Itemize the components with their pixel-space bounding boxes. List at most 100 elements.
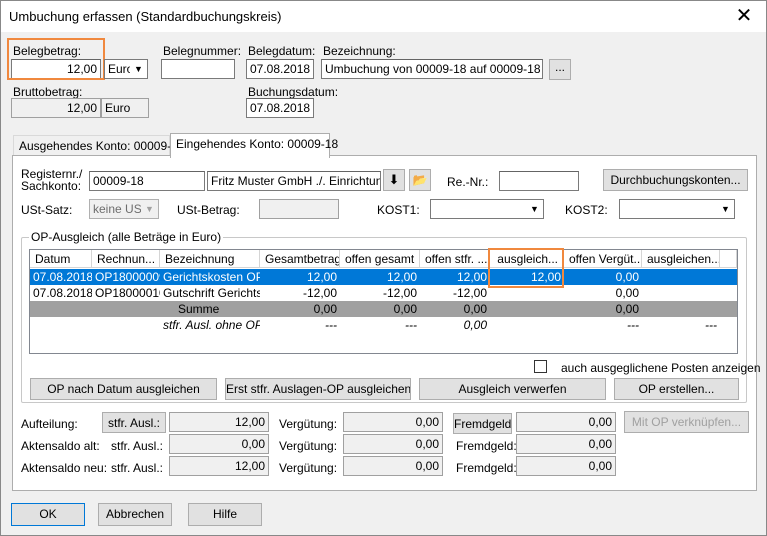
tab-eingehendes-konto[interactable]: Eingehendes Konto: 00009-18 <box>170 133 338 158</box>
cell-offen-stfr: 12,00 <box>456 270 487 284</box>
cell-ausgleichen <box>642 301 720 317</box>
cell-ausgleich <box>490 317 564 333</box>
ust-satz-value: keine USt <box>93 202 146 216</box>
column-header-filler <box>720 250 737 268</box>
column-header[interactable]: Bezeichnung <box>160 250 260 268</box>
chevron-down-icon: ▼ <box>130 60 147 78</box>
ust-betrag-label: USt-Betrag: <box>177 203 240 217</box>
column-header[interactable]: ausgleichen... <box>642 250 720 268</box>
erst-stfr-auslagen-button[interactable]: Erst stfr. Auslagen-OP ausgleichen <box>225 378 411 400</box>
ausgleich-verwerfen-button[interactable]: Ausgleich verwerfen <box>419 378 606 400</box>
cell-offen-gesamt: 0,00 <box>393 302 417 316</box>
ust-betrag-value <box>259 199 339 219</box>
ok-button[interactable]: OK <box>11 503 85 526</box>
durchbuchungskonten-button[interactable]: Durchbuchungskonten... <box>603 169 748 191</box>
bruttobetrag-label: Bruttobetrag: <box>13 85 83 99</box>
column-header[interactable]: Datum <box>30 250 92 268</box>
buchungsdatum-label: Buchungsdatum: <box>248 85 339 99</box>
cell-offen-verguet: 0,00 <box>615 302 639 316</box>
cell-gesamt: 0,00 <box>313 302 337 316</box>
column-header[interactable]: offen Vergüt... <box>564 250 642 268</box>
cell-gesamt: -12,00 <box>302 286 337 300</box>
cell-rechnung: OP18000010 <box>95 286 160 300</box>
registernr-input[interactable]: 00009-18 <box>89 171 205 191</box>
aufteilung-label: Aufteilung: <box>21 417 78 431</box>
close-icon[interactable]: ✕ <box>732 4 756 28</box>
cell-offen-verguet: --- <box>627 318 639 332</box>
mit-op-verknuepfen-button[interactable]: Mit OP verknüpfen... <box>624 411 749 433</box>
cell-offen-verguet: 0,00 <box>615 270 639 284</box>
bezeichnung-input[interactable]: Umbuchung von 00009-18 auf 00009-18 <box>321 59 543 79</box>
op-nach-datum-button[interactable]: OP nach Datum ausgleichen <box>30 378 217 400</box>
column-header[interactable]: Rechnun... <box>92 250 160 268</box>
folder-open-icon[interactable]: 📂 <box>409 169 431 191</box>
cell-bezeichnung: stfr. Ausl. ohne OP <box>163 318 260 332</box>
belegnummer-label: Belegnummer: <box>163 44 242 58</box>
table-row[interactable]: 07.08.2018 OP18000009 Gerichtskosten OP … <box>30 269 737 285</box>
brutto-currency: Euro <box>101 98 149 118</box>
dialog-window: Umbuchung erfassen (Standardbuchungskrei… <box>0 0 767 536</box>
cell-offen-gesamt: --- <box>405 318 417 332</box>
chevron-down-icon: ▼ <box>526 200 543 218</box>
tab-ausgehendes-konto[interactable]: Ausgehendes Konto: 00009-18 <box>13 135 184 157</box>
currency-select[interactable]: Euro ▼ <box>104 59 148 79</box>
title-bar: Umbuchung erfassen (Standardbuchungskrei… <box>1 1 766 32</box>
belegdatum-input[interactable]: 07.08.2018 <box>246 59 314 79</box>
aktensaldo-alt-label: Aktensaldo alt: <box>21 439 100 453</box>
belegnummer-input[interactable] <box>161 59 235 79</box>
download-icon[interactable]: ⬇ <box>383 169 405 191</box>
account-name-field: Fritz Muster GmbH ./. Einrichtungsh <box>207 171 381 191</box>
re-nr-label: Re.-Nr.: <box>447 175 489 189</box>
fremdgeld-button[interactable]: Fremdgeld: <box>453 413 512 434</box>
alt-fremdgeld-value: 0,00 <box>516 434 616 454</box>
kost1-label: KOST1: <box>377 203 420 217</box>
chevron-down-icon: ▼ <box>141 200 158 218</box>
show-balanced-checkbox[interactable] <box>534 360 547 373</box>
cell-offen-verguet: 0,00 <box>615 286 639 300</box>
neu-fremdgeld-value: 0,00 <box>516 456 616 476</box>
re-nr-input[interactable] <box>499 171 579 191</box>
aufteilung-fremdgeld-value: 0,00 <box>516 412 616 432</box>
cell-bezeichnung: Gerichtskosten OP <box>163 270 260 284</box>
column-header[interactable]: Gesamtbetrag <box>260 250 340 268</box>
cell-offen-stfr: 0,00 <box>463 318 487 332</box>
cell-bezeichnung: Gutschrift Gerichtst... <box>163 286 260 300</box>
cell-datum <box>30 317 92 333</box>
op-ausgleich-title: OP-Ausgleich (alle Beträge in Euro) <box>29 230 224 244</box>
table-row[interactable]: 07.08.2018 OP18000010 Gutschrift Gericht… <box>30 285 737 301</box>
cell-offen-gesamt: 12,00 <box>386 270 417 284</box>
cell-gesamt: 12,00 <box>306 270 337 284</box>
bruttobetrag-value: 12,00 <box>11 98 101 118</box>
buchungsdatum-input[interactable]: 07.08.2018 <box>246 98 314 118</box>
cell-rechnung <box>92 301 160 317</box>
show-balanced-label: auch ausgeglichene Posten anzeigen <box>561 361 761 375</box>
aktensaldo-neu-label: Aktensaldo neu: <box>21 461 108 475</box>
column-header[interactable]: offen gesamt <box>340 250 420 268</box>
alt-stfr-value: 0,00 <box>169 434 269 454</box>
cell-datum: 07.08.2018 <box>33 270 92 284</box>
hilfe-button[interactable]: Hilfe <box>188 503 262 526</box>
kost2-label: KOST2: <box>565 203 608 217</box>
cell-offen-gesamt: -12,00 <box>382 286 417 300</box>
cell-datum <box>30 301 92 317</box>
stfr-ausl-button[interactable]: stfr. Ausl.: <box>102 412 166 433</box>
bezeichnung-label: Bezeichnung: <box>323 44 396 58</box>
cell-offen-stfr: 0,00 <box>463 302 487 316</box>
ausgleich-highlight <box>488 248 564 288</box>
bezeichnung-browse-button[interactable]: ... <box>549 59 571 80</box>
op-erstellen-button[interactable]: OP erstellen... <box>614 378 739 400</box>
belegdatum-label: Belegdatum: <box>248 44 316 58</box>
aufteilung-verguetung-value: 0,00 <box>343 412 443 432</box>
cell-datum: 07.08.2018 <box>33 286 92 300</box>
kost2-select[interactable]: ▼ <box>619 199 735 219</box>
ust-satz-label: USt-Satz: <box>21 203 73 217</box>
abbrechen-button[interactable]: Abbrechen <box>98 503 172 526</box>
op-grid[interactable]: Datum Rechnun... Bezeichnung Gesamtbetra… <box>29 249 738 354</box>
sachkonto-label: Sachkonto: <box>21 179 82 193</box>
cell-bezeichnung: Summe <box>178 302 220 316</box>
neu-verguetung-value: 0,00 <box>343 456 443 476</box>
ust-satz-select[interactable]: keine USt ▼ <box>89 199 159 219</box>
kost1-select[interactable]: ▼ <box>430 199 544 219</box>
cell-ausgleichen <box>642 269 720 285</box>
column-header[interactable]: offen stfr. ... <box>420 250 490 268</box>
